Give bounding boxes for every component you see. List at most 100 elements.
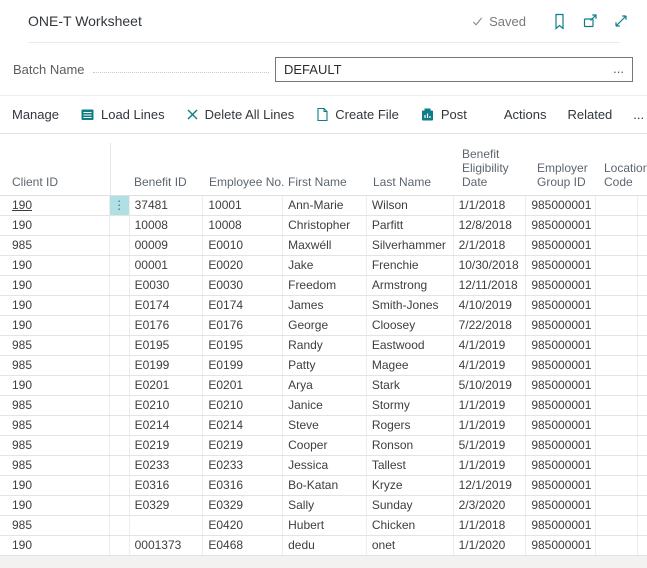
cell-row-options[interactable]: ⋮: [110, 276, 130, 295]
cell-employee-no[interactable]: E0219: [203, 436, 283, 455]
cell-first-name[interactable]: Arya: [283, 376, 367, 395]
cell-location-code[interactable]: [596, 376, 638, 395]
more-options-ellipsis-icon[interactable]: ...: [633, 107, 644, 122]
cell-employer-group-id[interactable]: 985000001: [526, 496, 596, 515]
column-header-employer-group-id[interactable]: Employer Group ID: [537, 161, 588, 189]
cell-first-name[interactable]: Maxwéll: [283, 236, 367, 255]
cell-row-options[interactable]: ⋮: [110, 516, 130, 535]
cell-benefit-id[interactable]: E0219: [130, 436, 204, 455]
cell-benefit-eligibility-date[interactable]: 7/22/2018: [454, 316, 527, 335]
cell-client-id[interactable]: 190: [0, 316, 110, 335]
cell-first-name[interactable]: Janice: [283, 396, 367, 415]
batch-name-value[interactable]: DEFAULT: [284, 62, 613, 77]
cell-client-id[interactable]: 190: [0, 256, 110, 275]
table-row[interactable]: 985 ⋮ 00009 E0010 Maxwéll Silverhammer 2…: [0, 236, 647, 256]
cell-benefit-id[interactable]: 10008: [130, 216, 204, 235]
cell-location-code[interactable]: [596, 516, 638, 535]
cell-benefit-eligibility-date[interactable]: 5/1/2019: [454, 436, 527, 455]
cell-row-options[interactable]: ⋮: [110, 256, 130, 275]
cell-client-id[interactable]: 190: [0, 376, 110, 395]
cell-last-name[interactable]: Wilson: [367, 196, 454, 215]
table-row[interactable]: 190 ⋮ 00001 E0020 Jake Frenchie 10/30/20…: [0, 256, 647, 276]
cell-benefit-eligibility-date[interactable]: 5/10/2019: [454, 376, 527, 395]
cell-client-id[interactable]: 190: [0, 296, 110, 315]
table-row[interactable]: 190 ⋮ 10008 10008 Christopher Parfitt 12…: [0, 216, 647, 236]
cell-benefit-id[interactable]: E0233: [130, 456, 204, 475]
table-row[interactable]: 985 ⋮ E0199 E0199 Patty Magee 4/1/2019 9…: [0, 356, 647, 376]
cell-first-name[interactable]: Bo-Katan: [283, 476, 367, 495]
cell-employer-group-id[interactable]: 985000001: [526, 216, 596, 235]
cell-employer-group-id[interactable]: 985000001: [526, 416, 596, 435]
cell-benefit-eligibility-date[interactable]: 1/1/2020: [454, 536, 527, 555]
table-row[interactable]: 190 ⋮ 37481 10001 Ann-Marie Wilson 1/1/2…: [0, 196, 647, 216]
row-menu-ellipsis-icon[interactable]: ⋮: [110, 196, 129, 215]
cell-row-options[interactable]: ⋮: [110, 236, 130, 255]
cell-first-name[interactable]: Steve: [283, 416, 367, 435]
batch-lookup-ellipsis-icon[interactable]: ...: [613, 64, 624, 74]
related-menu[interactable]: Related: [567, 107, 612, 122]
column-header-benefit-eligibility-date[interactable]: Benefit Eligibility Date: [462, 147, 509, 189]
cell-benefit-id[interactable]: [130, 516, 204, 535]
load-lines-button[interactable]: Load Lines: [80, 107, 165, 122]
cell-benefit-eligibility-date[interactable]: 10/30/2018: [454, 256, 527, 275]
cell-benefit-eligibility-date[interactable]: 12/1/2019: [454, 476, 527, 495]
cell-employer-group-id[interactable]: 985000001: [526, 516, 596, 535]
cell-employer-group-id[interactable]: 985000001: [526, 276, 596, 295]
cell-last-name[interactable]: Tallest: [367, 456, 454, 475]
cell-location-code[interactable]: [596, 276, 638, 295]
cell-employee-no[interactable]: E0214: [203, 416, 283, 435]
cell-benefit-eligibility-date[interactable]: 4/1/2019: [454, 356, 527, 375]
cell-benefit-eligibility-date[interactable]: 1/1/2018: [454, 196, 527, 215]
cell-first-name[interactable]: Ann-Marie: [283, 196, 367, 215]
cell-employer-group-id[interactable]: 985000001: [526, 196, 596, 215]
table-row[interactable]: 190 ⋮ 0001373 E0468 dedu onet 1/1/2020 9…: [0, 536, 647, 556]
cell-row-options[interactable]: ⋮: [110, 336, 130, 355]
cell-client-id[interactable]: 985: [0, 356, 110, 375]
cell-employer-group-id[interactable]: 985000001: [526, 336, 596, 355]
cell-row-options[interactable]: ⋮: [110, 316, 130, 335]
cell-employer-group-id[interactable]: 985000001: [526, 296, 596, 315]
cell-row-options[interactable]: ⋮: [110, 376, 130, 395]
cell-employer-group-id[interactable]: 985000001: [526, 476, 596, 495]
cell-employee-no[interactable]: E0420: [203, 516, 283, 535]
cell-last-name[interactable]: Eastwood: [367, 336, 454, 355]
cell-employer-group-id[interactable]: 985000001: [526, 236, 596, 255]
cell-last-name[interactable]: Stark: [367, 376, 454, 395]
cell-benefit-id[interactable]: E0316: [130, 476, 204, 495]
cell-row-options[interactable]: ⋮: [110, 196, 130, 215]
cell-client-id[interactable]: 190: [0, 476, 110, 495]
cell-last-name[interactable]: Frenchie: [367, 256, 454, 275]
cell-last-name[interactable]: Smith-Jones: [367, 296, 454, 315]
batch-name-input[interactable]: DEFAULT ...: [275, 57, 633, 82]
cell-client-id[interactable]: 190: [0, 196, 110, 215]
table-row[interactable]: 985 ⋮ E0214 E0214 Steve Rogers 1/1/2019 …: [0, 416, 647, 436]
table-row[interactable]: 190 ⋮ E0174 E0174 James Smith-Jones 4/10…: [0, 296, 647, 316]
cell-location-code[interactable]: [596, 416, 638, 435]
cell-employee-no[interactable]: E0316: [203, 476, 283, 495]
cell-employer-group-id[interactable]: 985000001: [526, 456, 596, 475]
cell-first-name[interactable]: Randy: [283, 336, 367, 355]
cell-client-id[interactable]: 985: [0, 336, 110, 355]
cell-first-name[interactable]: Cooper: [283, 436, 367, 455]
open-in-new-window-icon[interactable]: [582, 13, 598, 29]
cell-location-code[interactable]: [596, 396, 638, 415]
cell-location-code[interactable]: [596, 196, 638, 215]
cell-benefit-eligibility-date[interactable]: 12/8/2018: [454, 216, 527, 235]
cell-benefit-id[interactable]: 0001373: [130, 536, 204, 555]
cell-first-name[interactable]: Patty: [283, 356, 367, 375]
cell-benefit-id[interactable]: 37481: [130, 196, 204, 215]
cell-benefit-eligibility-date[interactable]: 2/1/2018: [454, 236, 527, 255]
table-row[interactable]: 985 ⋮ E0420 Hubert Chicken 1/1/2018 9850…: [0, 516, 647, 536]
cell-location-code[interactable]: [596, 296, 638, 315]
cell-row-options[interactable]: ⋮: [110, 436, 130, 455]
table-row[interactable]: 190 ⋮ E0201 E0201 Arya Stark 5/10/2019 9…: [0, 376, 647, 396]
column-header-last-name[interactable]: Last Name: [373, 175, 431, 189]
cell-first-name[interactable]: George: [283, 316, 367, 335]
cell-benefit-eligibility-date[interactable]: 4/1/2019: [454, 336, 527, 355]
cell-benefit-id[interactable]: E0201: [130, 376, 204, 395]
cell-benefit-eligibility-date[interactable]: 4/10/2019: [454, 296, 527, 315]
cell-benefit-id[interactable]: E0214: [130, 416, 204, 435]
post-button[interactable]: Post: [420, 107, 467, 122]
column-header-employee-no[interactable]: Employee No.: [209, 175, 284, 189]
cell-employee-no[interactable]: E0199: [203, 356, 283, 375]
